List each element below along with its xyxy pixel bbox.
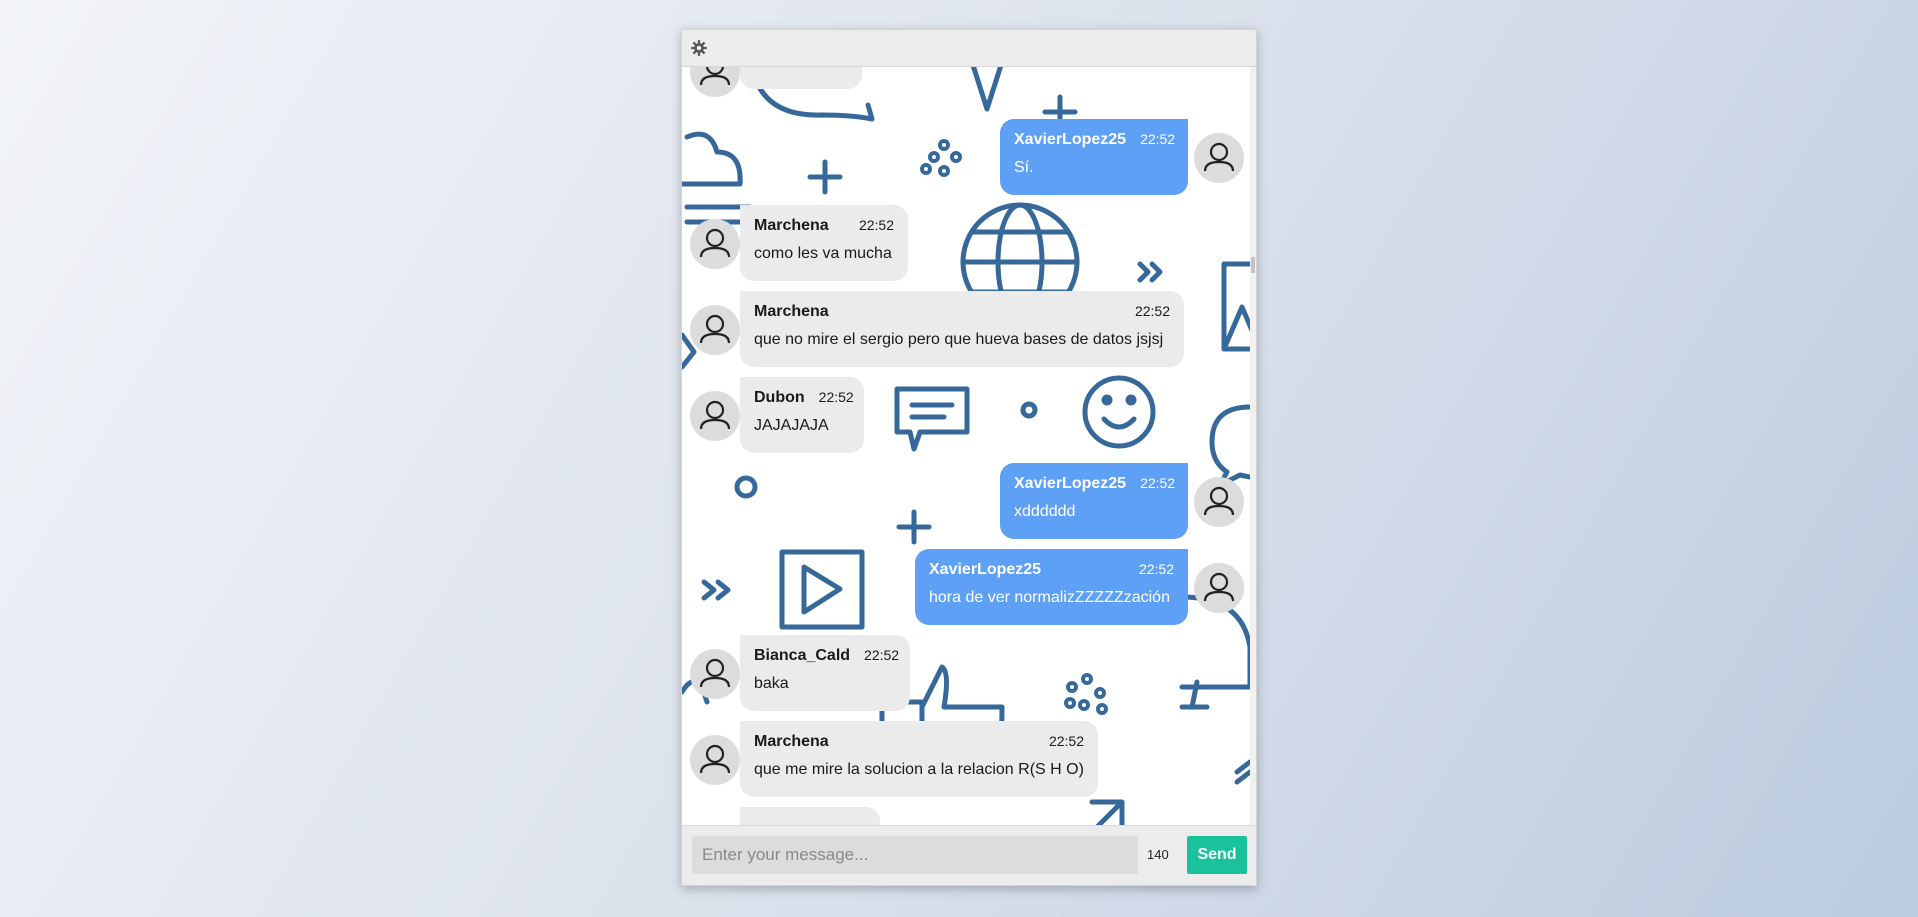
message-bubble: Dubon 22:52 JAJAJAJA [740,377,864,453]
avatar [690,67,740,97]
partial-message-bubble [740,67,862,89]
message-time: 22:52 [1134,303,1170,319]
vertical-scrollbar-thumb[interactable] [1251,257,1255,273]
message-time: 22:52 [818,389,854,405]
message-author: Bianca_Cald [754,647,851,664]
gear-icon[interactable] [690,39,708,57]
message-author: XavierLopez25 [1014,131,1127,148]
composer: 140 Send [682,825,1256,885]
message-text: que no mire el sergio pero que hueva bas… [754,331,1164,348]
avatar [1194,477,1244,527]
character-counter: 140 [1147,847,1169,862]
message-time: 22:52 [1138,561,1174,577]
message-bubble: XavierLopez25 22:52 hora de ver normalizZ… [915,549,1188,625]
message-text: baka [754,675,789,692]
message-author: Dubon [754,389,805,406]
message-text: que me mire la solucion a la relacion R(… [754,761,1084,778]
avatar [690,735,740,785]
message-author: Marchena [754,217,829,234]
avatar [1194,133,1244,183]
message-text: xdddddd [1014,503,1076,520]
avatar [690,649,740,699]
message-bubble: Bianca_Cald 22:52 baka [740,635,910,711]
message-author: Marchena [754,303,829,320]
message-input[interactable] [692,836,1138,874]
message-text: Sí. [1014,159,1034,176]
send-button[interactable]: Send [1187,836,1247,874]
message-text: JAJAJAJA [754,417,829,434]
message-text: hora de ver normalizZZZZZzación [929,589,1170,606]
message-list[interactable]: XavierLopez25 22:52 Sí. Marchena 22:52 com… [682,67,1250,837]
message-time: 22:52 [1140,131,1176,147]
avatar [690,219,740,269]
chat-header [682,30,1256,67]
message-bubble: XavierLopez25 22:52 Sí. [1000,119,1188,195]
message-time: 22:52 [864,647,900,663]
message-text: como les va mucha [754,245,892,262]
avatar [690,305,740,355]
chat-window: XavierLopez25 22:52 Sí. Marchena 22:52 com… [681,29,1257,886]
message-author: XavierLopez25 [1014,475,1127,492]
vertical-scrollbar[interactable] [1250,67,1256,837]
message-time: 22:52 [1140,475,1176,491]
avatar [690,391,740,441]
message-bubble: Marchena 22:52 que no mire el sergio pero… [740,291,1184,367]
message-author: XavierLopez25 [929,561,1042,578]
message-author: Marchena [754,733,829,750]
message-bubble: Marchena 22:52 como les va mucha [740,205,908,281]
message-time: 22:52 [858,217,894,233]
message-time: 22:52 [1048,733,1084,749]
message-bubble: Marchena 22:52 que me mire la solucion a … [740,721,1098,797]
avatar [1194,563,1244,613]
message-bubble: XavierLopez25 22:52 xdddddd [1000,463,1188,539]
